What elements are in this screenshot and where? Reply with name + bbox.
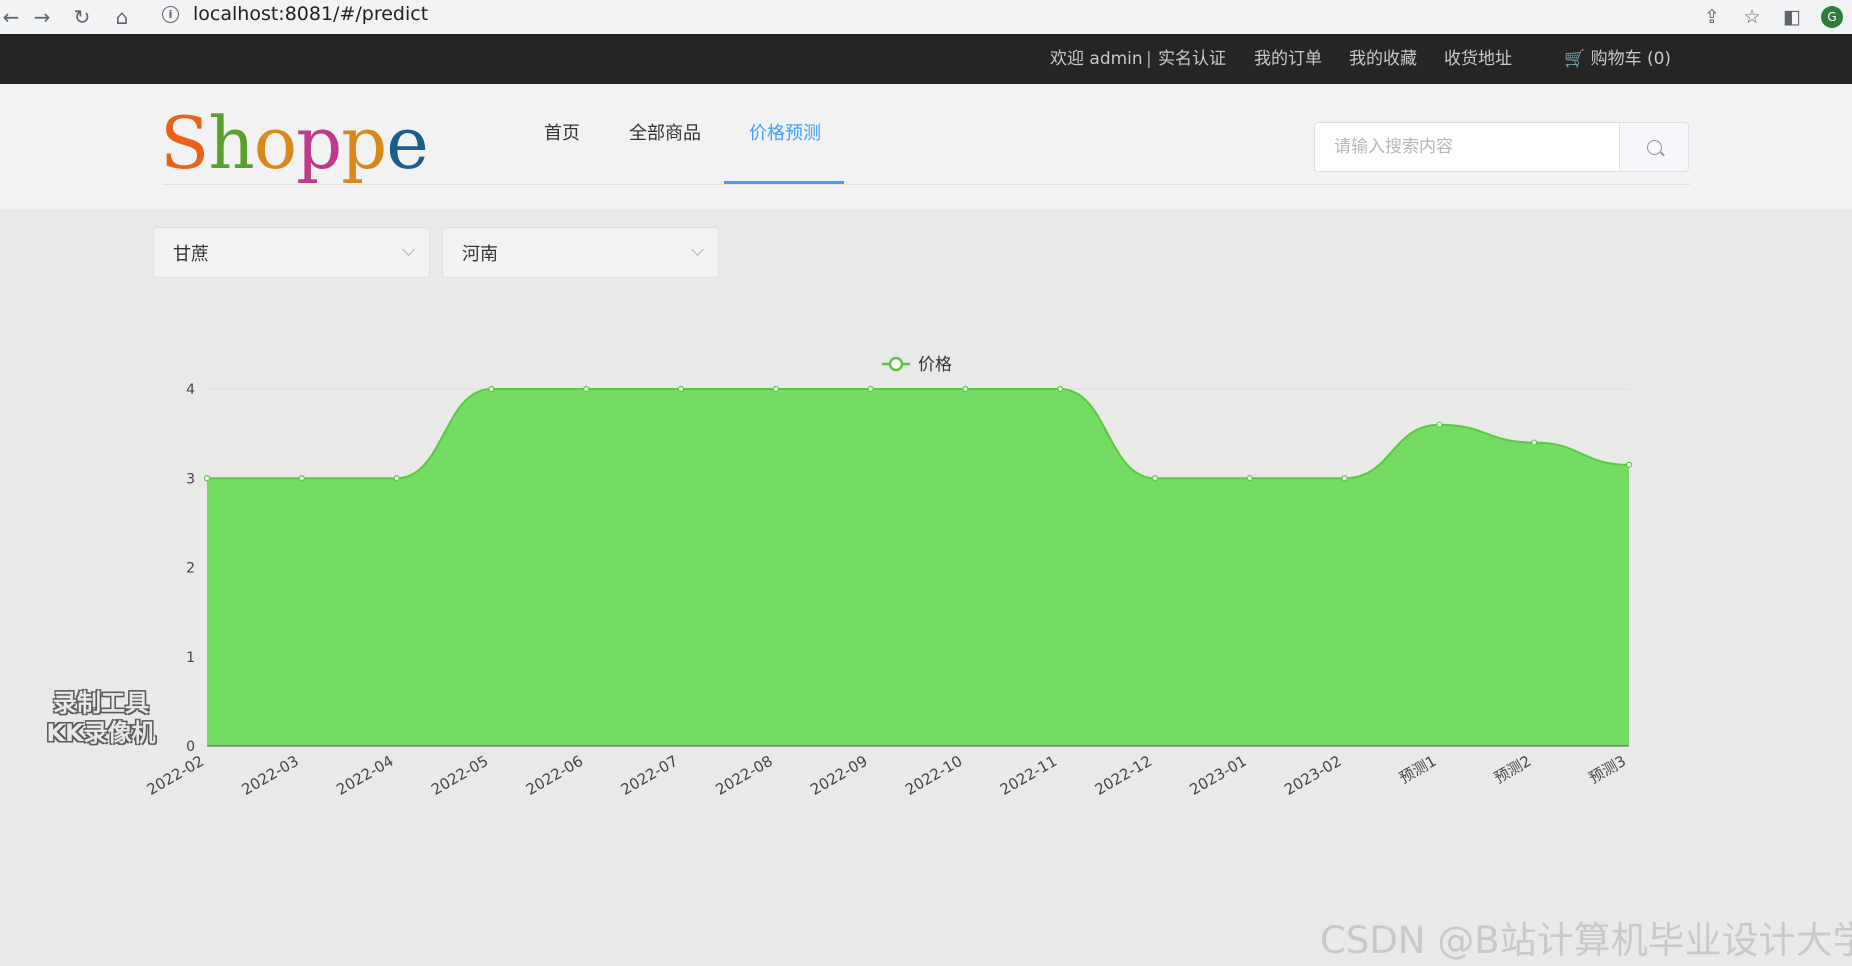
- data-point: [1057, 385, 1064, 393]
- y-tick-label: 4: [186, 382, 195, 398]
- data-point: [1436, 421, 1443, 428]
- data-point: [1151, 475, 1159, 482]
- y-tick-label: 1: [186, 650, 195, 666]
- data-point: [772, 385, 779, 393]
- watermark-line: 录制工具: [53, 689, 149, 717]
- x-tick-label: 2023-02: [1281, 752, 1344, 799]
- x-tick-label: 2022-11: [997, 752, 1060, 799]
- watermark-line: KK录像机: [46, 719, 156, 747]
- price-chart: 0 1 2 3 4 2022-02 2022-03 2022-04 2022-05 2022-06…: [144, 355, 1633, 799]
- y-tick-label: 3: [186, 471, 195, 487]
- legend-marker-icon: [888, 356, 904, 372]
- x-tick-label: 预测1: [1396, 752, 1439, 787]
- data-point: [962, 385, 969, 393]
- x-tick-label: 2022-02: [144, 752, 207, 799]
- csdn-watermark: CSDN @B站计算机毕业设计大学: [1320, 919, 1852, 962]
- y-tick-label: 0: [186, 739, 195, 755]
- recorder-watermark: 录制工具 KK录像机: [30, 688, 172, 748]
- data-point: [1625, 461, 1633, 468]
- data-point: [1341, 475, 1348, 482]
- x-tick-label: 2022-10: [902, 752, 965, 799]
- x-tick-label: 预测3: [1586, 752, 1629, 787]
- data-point: [1531, 439, 1538, 446]
- data-point: [583, 385, 590, 393]
- x-tick-label: 预测2: [1491, 752, 1534, 787]
- x-tick-label: 2022-08: [713, 752, 776, 799]
- legend-label: 价格: [918, 355, 952, 375]
- data-point: [677, 385, 685, 393]
- y-tick-label: 2: [186, 561, 195, 577]
- x-tick-label: 2022-06: [523, 752, 586, 799]
- data-point: [1246, 475, 1253, 482]
- data-point: [488, 385, 495, 393]
- x-tick-label: 2023-01: [1187, 752, 1250, 799]
- x-tick-label: 2022-04: [333, 752, 396, 799]
- data-point: [298, 475, 305, 482]
- x-tick-label: 2022-07: [618, 752, 681, 799]
- data-point: [203, 475, 211, 482]
- x-tick-label: 2022-09: [807, 752, 870, 799]
- x-tick-label: 2022-05: [428, 752, 491, 799]
- data-point: [867, 385, 874, 393]
- series-area: [207, 389, 1629, 746]
- x-tick-label: 2022-03: [239, 752, 302, 799]
- x-tick-label: 2022-12: [1092, 752, 1155, 799]
- data-point: [393, 475, 400, 482]
